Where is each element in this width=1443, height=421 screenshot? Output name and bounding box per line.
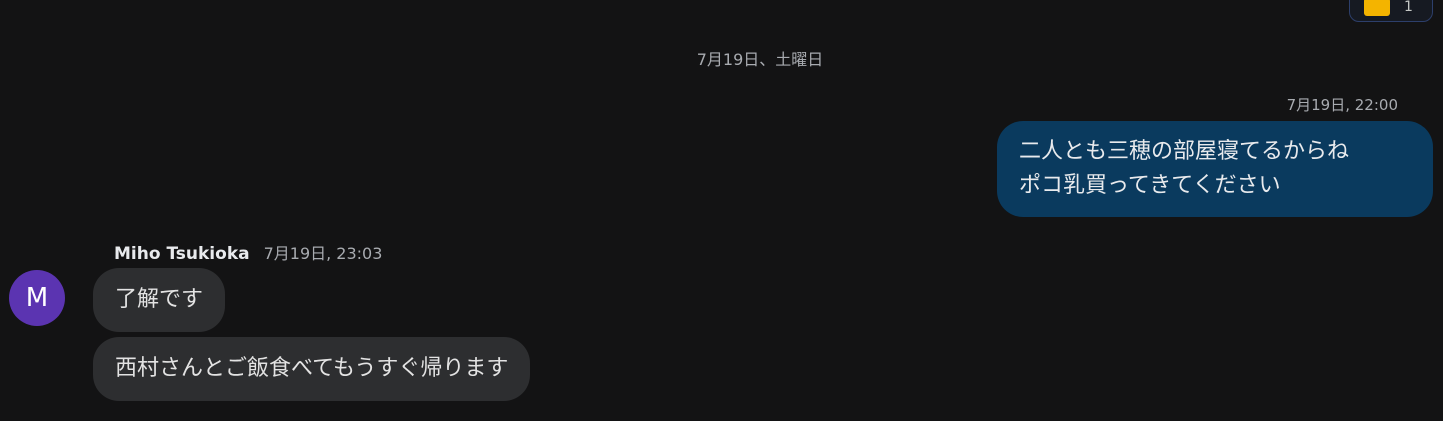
thumbs-up-icon xyxy=(1364,0,1390,16)
incoming-message[interactable]: 了解です xyxy=(93,268,226,332)
sender-header: Miho Tsukioka 7月19日, 23:03 xyxy=(114,240,382,264)
message-line: 二人とも三穂の部屋寝てるからね xyxy=(1019,139,1350,164)
outgoing-message[interactable]: 二人とも三穂の部屋寝てるからね ポコ乳買ってきてください xyxy=(997,121,1433,217)
incoming-timestamp: 7月19日, 23:03 xyxy=(263,244,383,263)
date-divider: 7月19日、土曜日 xyxy=(696,50,824,69)
reaction-chip[interactable]: 1 xyxy=(1349,0,1433,22)
avatar[interactable]: M xyxy=(9,270,65,326)
message-line: ポコ乳買ってきてください xyxy=(1019,173,1281,198)
incoming-message[interactable]: 西村さんとご飯食べてもうすぐ帰ります xyxy=(93,337,531,401)
reaction-count: 1 xyxy=(1404,0,1413,15)
outgoing-timestamp: 7月19日, 22:00 xyxy=(1286,96,1398,114)
sender-name: Miho Tsukioka xyxy=(114,244,250,264)
